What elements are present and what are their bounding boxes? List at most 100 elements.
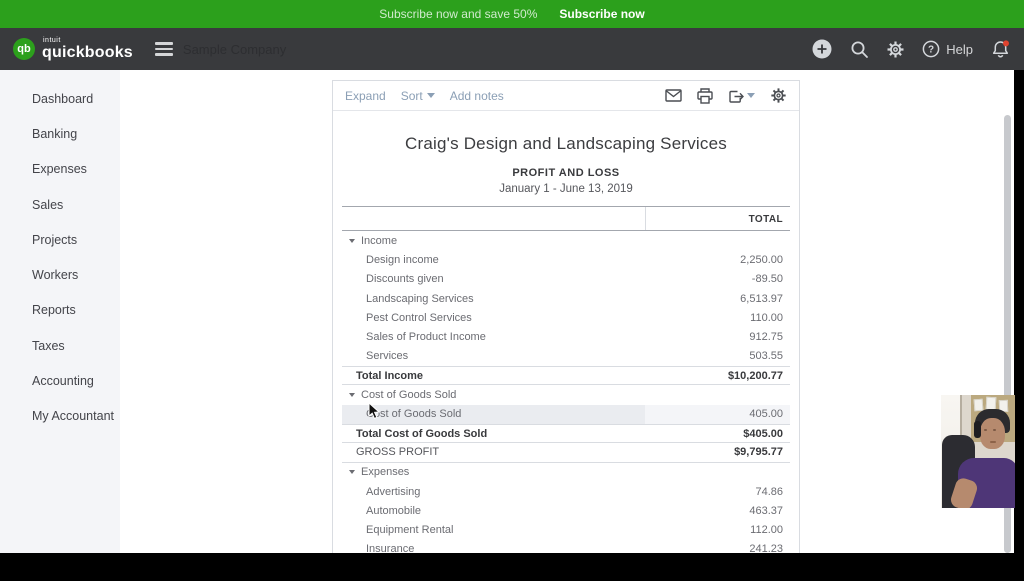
row-label: GROSS PROFIT [356,446,439,458]
quickbooks-logo[interactable]: qb intuit quickbooks [0,37,133,61]
report-row-advertising[interactable]: Advertising 74.86 [342,482,790,501]
sidebar-item-banking[interactable]: Banking [0,116,120,151]
report-table-header: TOTAL [342,206,790,231]
sidebar-item-dashboard[interactable]: Dashboard [0,81,120,116]
row-value: $10,200.77 [728,370,783,382]
search-icon[interactable] [850,40,869,59]
row-label: Expenses [361,466,409,478]
sidebar-item-expenses[interactable]: Expenses [0,152,120,187]
sidebar-item-my-accountant[interactable]: My Accountant [0,399,120,434]
report-row-cost-of-goods-sold[interactable]: Cost of Goods Sold [342,385,790,404]
report-table-body: Income Design income 2,250.00 Discounts giv… [342,231,790,553]
row-label: Sales of Product Income [366,331,486,343]
report-row-equipment-rental[interactable]: Equipment Rental112.00 [342,520,790,539]
collapse-caret-icon[interactable] [349,470,355,474]
report-row-discounts-given[interactable]: Discounts given -89.50 [342,270,790,289]
sidebar-item-label: Accounting [32,374,94,388]
column-divider [645,207,646,230]
report-table: TOTAL Income Design income 2,250.00 Discoun… [342,206,790,553]
report-row-landscaping-services[interactable]: Landscaping Services6,513.97 [342,289,790,308]
report-row-income[interactable]: Income [342,231,790,250]
report-title: PROFIT AND LOSS [333,167,799,179]
report-date-range: January 1 - June 13, 2019 [333,183,799,195]
report-row-design-income[interactable]: Design income 2,250.00 [342,250,790,269]
sidebar-nav: Dashboard Banking Expenses Sales Projects Wor… [0,81,120,434]
subscribe-now-link[interactable]: Subscribe now [559,7,644,21]
settings-gear-icon[interactable] [886,40,905,59]
row-value: -89.50 [752,273,783,285]
sort-dropdown[interactable]: Sort [401,89,435,103]
report-row-cost-of-goods-sold[interactable]: Cost of Goods Sold405.00 [342,405,790,424]
row-label: Discounts given [366,273,444,285]
chevron-down-icon [427,93,435,98]
email-icon[interactable] [665,89,682,102]
help-label: Help [946,42,973,57]
sidebar-item-label: Taxes [32,339,65,353]
row-label: Insurance [366,543,414,553]
collapse-caret-icon[interactable] [349,393,355,397]
report-row-pest-control-services[interactable]: Pest Control Services110.00 [342,308,790,327]
sidebar: Dashboard Banking Expenses Sales Projects Wor… [0,70,120,553]
row-value: 503.55 [749,350,783,362]
webcam-headphones [974,421,981,438]
quickbooks-wordmark: quickbooks [42,45,133,61]
webcam-person-face [980,418,1005,449]
row-label: Cost of Goods Sold [361,389,456,401]
row-value: 912.75 [749,331,783,343]
report-row-sales-of-product-income[interactable]: Sales of Product Income 912.75 [342,327,790,346]
row-value: $9,795.77 [734,446,783,458]
sidebar-item-label: Dashboard [32,92,93,106]
report-row-insurance[interactable]: Insurance 241.23 [342,540,790,553]
promo-message: Subscribe now and save 50% [379,7,537,21]
row-label: Equipment Rental [366,524,453,536]
report-settings-gear-icon[interactable] [770,87,787,104]
report-row-services[interactable]: Services 503.55 [342,347,790,366]
sidebar-item-reports[interactable]: Reports [0,293,120,328]
app-body: Dashboard Banking Expenses Sales Projects Wor… [0,70,1014,553]
sidebar-item-label: Workers [32,268,78,282]
row-label: Income [361,235,397,247]
notifications-bell-icon[interactable] [990,39,1011,60]
top-navbar: qb intuit quickbooks Sample Company ? He… [0,28,1024,70]
row-label: Pest Control Services [366,312,472,324]
report-card: Expand Sort Add notes [332,80,800,553]
collapse-caret-icon[interactable] [349,239,355,243]
report-row-total-cost-of-goods-sold: Total Cost of Goods Sold$405.00 [342,424,790,443]
hamburger-menu-icon[interactable] [155,42,173,56]
sidebar-item-taxes[interactable]: Taxes [0,328,120,363]
sidebar-item-sales[interactable]: Sales [0,187,120,222]
company-name-label: Sample Company [183,42,286,57]
create-plus-icon[interactable] [811,38,833,60]
promo-banner: Subscribe now and save 50% Subscribe now [0,0,1024,28]
expand-link[interactable]: Expand [345,89,386,103]
sidebar-item-projects[interactable]: Projects [0,222,120,257]
report-row-total-income: Total Income$10,200.77 [342,366,790,385]
sidebar-item-accounting[interactable]: Accounting [0,363,120,398]
sidebar-item-label: Banking [32,127,77,141]
mouse-cursor [368,402,381,420]
report-row-expenses[interactable]: Expenses [342,463,790,482]
row-value: 2,250.00 [740,254,783,266]
row-value: 74.86 [755,486,783,498]
row-label: Total Cost of Goods Sold [356,428,487,440]
print-icon[interactable] [697,88,713,104]
row-label: Design income [366,254,439,266]
row-label: Landscaping Services [366,293,474,305]
export-icon[interactable] [728,88,755,104]
row-label: Automobile [366,505,421,517]
report-row-automobile[interactable]: Automobile463.37 [342,501,790,520]
row-label: Services [366,350,408,362]
sidebar-item-label: Expenses [32,162,87,176]
qb-logo-icon: qb [13,38,35,60]
add-notes-link[interactable]: Add notes [450,89,504,103]
total-column-header: TOTAL [749,214,783,225]
row-label: Advertising [366,486,420,498]
sidebar-item-label: Projects [32,233,77,247]
help-button[interactable]: ? Help [922,40,973,58]
report-header: Craig's Design and Landscaping Services … [333,134,799,195]
webcam-overlay [941,395,1015,508]
report-row-gross-profit: GROSS PROFIT $9,795.77 [342,443,790,462]
sidebar-item-workers[interactable]: Workers [0,257,120,292]
row-value: 241.23 [749,543,783,553]
svg-text:?: ? [928,45,934,56]
